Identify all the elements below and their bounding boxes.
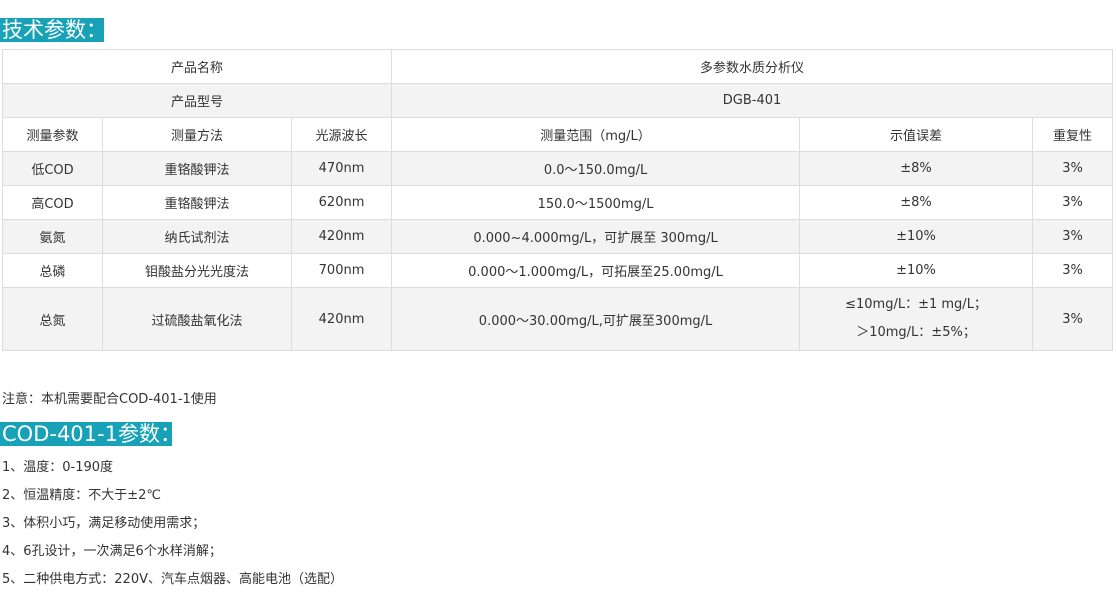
cell-error: ±8% xyxy=(799,151,1034,186)
cell-wavelength: 700nm xyxy=(290,253,393,288)
column-header: 示值误差 xyxy=(799,117,1034,152)
cell-repeat: 3% xyxy=(1032,219,1114,254)
cell-param: 总氮 xyxy=(2,287,103,351)
section-title-cod-401-1: COD-401-1参数： xyxy=(0,422,181,446)
table-row: 总磷 钼酸盐分光光度法 700nm 0.000～1.000mg/L，可拓展至25… xyxy=(2,253,1114,288)
cell-error-line: ≤10mg/L：±1 mg/L； xyxy=(845,297,987,312)
cell-method: 钼酸盐分光光度法 xyxy=(102,253,292,288)
cell-param: 高COD xyxy=(2,185,103,220)
cell-method: 重铬酸钾法 xyxy=(102,185,292,220)
cell-param: 低COD xyxy=(2,151,103,186)
table-row-product-model: 产品型号 DGB-401 xyxy=(1,83,1114,118)
cell-repeat: 3% xyxy=(1032,253,1114,288)
cell-wavelength: 470nm xyxy=(290,151,393,186)
cell-range: 150.0～1500mg/L xyxy=(391,185,801,220)
spec-table: 产品名称 多参数水质分析仪 产品型号 DGB-401 测量参数 测量方法 光源波… xyxy=(1,49,1114,351)
table-row: 低COD 重铬酸钾法 470nm 0.0～150.0mg/L ±8% 3% xyxy=(2,151,1114,186)
cell-error: ±8% xyxy=(799,185,1034,220)
cell-error: ±10% xyxy=(799,219,1034,254)
cell-repeat: 3% xyxy=(1032,151,1114,186)
cell-range: 0.0～150.0mg/L xyxy=(391,151,801,186)
cell-range: 0.000～1.000mg/L，可拓展至25.00mg/L xyxy=(391,253,801,288)
cell-wavelength: 420nm xyxy=(290,219,393,254)
product-name-value: 多参数水质分析仪 xyxy=(391,49,1114,84)
cell-param: 氨氮 xyxy=(2,219,103,254)
cell-error: ±10% xyxy=(799,253,1034,288)
column-header: 重复性 xyxy=(1032,117,1114,152)
list-item: 3、体积小巧，满足移动使用需求； xyxy=(2,516,206,531)
product-model-label: 产品型号 xyxy=(1,83,393,118)
list-item: 1、温度：0-190度 xyxy=(2,460,114,475)
cell-repeat: 3% xyxy=(1032,185,1114,220)
cell-method: 过硫酸盐氧化法 xyxy=(102,287,292,351)
cell-range: 0.000～30.00mg/L,可扩展至300mg/L xyxy=(391,287,801,351)
table-header-row: 测量参数 测量方法 光源波长 测量范围（mg/L） 示值误差 重复性 xyxy=(2,117,1114,152)
column-header: 测量参数 xyxy=(2,117,103,152)
cell-error: ≤10mg/L：±1 mg/L； ＞10mg/L：±5%； xyxy=(799,287,1034,351)
cell-method: 重铬酸钾法 xyxy=(102,151,292,186)
column-header: 光源波长 xyxy=(290,117,393,152)
section-title-tech-params: 技术参数： xyxy=(0,18,107,42)
list-item: 2、恒温精度：不大于±2℃ xyxy=(2,488,162,503)
usage-note: 注意：本机需要配合COD-401-1使用 xyxy=(2,392,217,407)
cell-method: 纳氏试剂法 xyxy=(102,219,292,254)
cell-wavelength: 620nm xyxy=(290,185,393,220)
column-header: 测量范围（mg/L） xyxy=(391,117,801,152)
table-row: 氨氮 纳氏试剂法 420nm 0.000~4.000mg/L，可扩展至 300m… xyxy=(2,219,1114,254)
product-name-label: 产品名称 xyxy=(1,49,393,84)
cell-param: 总磷 xyxy=(2,253,103,288)
cell-error-line: ＞10mg/L：±5%； xyxy=(856,325,976,340)
cell-wavelength: 420nm xyxy=(290,287,393,351)
cell-range: 0.000~4.000mg/L，可扩展至 300mg/L xyxy=(391,219,801,254)
list-item: 4、6孔设计，一次满足6个水样消解； xyxy=(2,544,222,559)
table-row-product-name: 产品名称 多参数水质分析仪 xyxy=(1,49,1114,84)
cell-repeat: 3% xyxy=(1032,287,1114,351)
table-row: 总氮 过硫酸盐氧化法 420nm 0.000～30.00mg/L,可扩展至300… xyxy=(2,287,1114,351)
list-item: 5、二种供电方式：220V、汽车点烟器、高能电池（选配） xyxy=(2,572,343,587)
product-model-value: DGB-401 xyxy=(391,83,1114,118)
column-header: 测量方法 xyxy=(102,117,292,152)
table-row: 高COD 重铬酸钾法 620nm 150.0～1500mg/L ±8% 3% xyxy=(2,185,1114,220)
